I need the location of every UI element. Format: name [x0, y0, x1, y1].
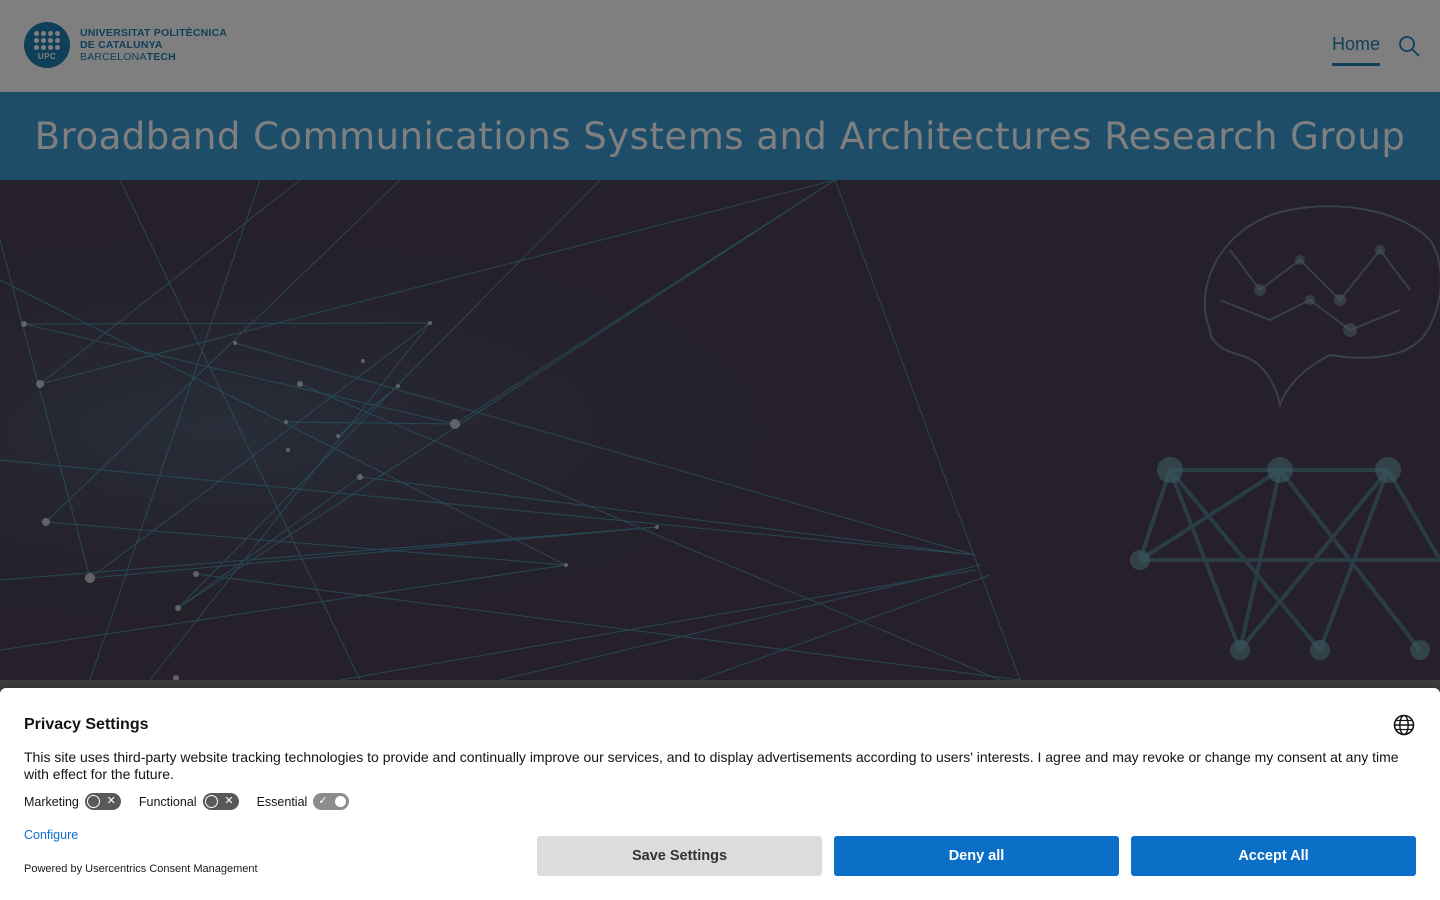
accept-all-button[interactable]: Accept All — [1131, 836, 1416, 876]
nav-home-link[interactable]: Home — [1331, 34, 1380, 66]
check-icon: ✓ — [318, 795, 328, 807]
essential-toggle: ✓ — [313, 793, 350, 810]
globe-icon[interactable] — [1393, 714, 1415, 736]
privacy-consent-banner: Privacy Settings This site uses third-pa… — [0, 688, 1440, 900]
toggle-label-essential: Essential — [256, 794, 308, 809]
toggle-group-marketing: Marketing ✕ — [24, 793, 121, 810]
logo-badge-text: UPC — [37, 52, 57, 61]
hero-banner — [0, 180, 1440, 680]
deny-all-button[interactable]: Deny all — [834, 836, 1119, 876]
x-icon: ✕ — [224, 795, 234, 807]
logo-dots-icon — [34, 31, 60, 50]
save-settings-button[interactable]: Save Settings — [537, 836, 822, 876]
toggle-knob — [334, 795, 348, 808]
search-icon[interactable] — [1398, 35, 1420, 57]
marketing-toggle[interactable]: ✕ — [84, 793, 121, 810]
main-nav: Home — [1331, 34, 1380, 66]
network-graphic — [0, 180, 1440, 680]
toggle-group-essential: Essential ✓ — [257, 793, 350, 810]
logo-line-3-bold: TECH — [146, 51, 176, 63]
functional-toggle[interactable]: ✕ — [202, 793, 239, 810]
x-icon: ✕ — [106, 795, 116, 807]
logo-line-3: BARCELONATECH — [80, 51, 227, 63]
toggle-group-functional: Functional ✕ — [139, 793, 239, 810]
configure-link[interactable]: Configure — [24, 828, 78, 842]
site-header: UPC UNIVERSITAT POLITÈCNICA DE CATALUNYA… — [0, 0, 1440, 92]
toggle-knob — [204, 795, 218, 808]
consent-title: Privacy Settings — [24, 716, 149, 733]
logo-line-2: DE CATALUNYA — [80, 39, 163, 51]
logo-line-3-light: BARCELONA — [80, 51, 147, 63]
upc-logo[interactable]: UPC UNIVERSITAT POLITÈCNICA DE CATALUNYA… — [24, 22, 227, 68]
consent-toggles: Marketing ✕ Functional ✕ Essential ✓ — [24, 793, 367, 810]
logo-line-1: UNIVERSITAT POLITÈCNICA — [80, 27, 228, 39]
toggle-label-functional: Functional — [138, 794, 197, 809]
toggle-label-marketing: Marketing — [24, 794, 79, 809]
consent-description: This site uses third-party website track… — [24, 749, 1399, 782]
page-title: Broadband Communications Systems and Arc… — [34, 114, 1406, 158]
upc-logo-badge: UPC — [24, 22, 70, 68]
powered-by-text: Powered by Usercentrics Consent Manageme… — [24, 863, 258, 875]
toggle-knob — [86, 795, 100, 808]
logo-wordmark: UNIVERSITAT POLITÈCNICA DE CATALUNYA BAR… — [80, 27, 227, 63]
title-band: Broadband Communications Systems and Arc… — [0, 92, 1440, 180]
